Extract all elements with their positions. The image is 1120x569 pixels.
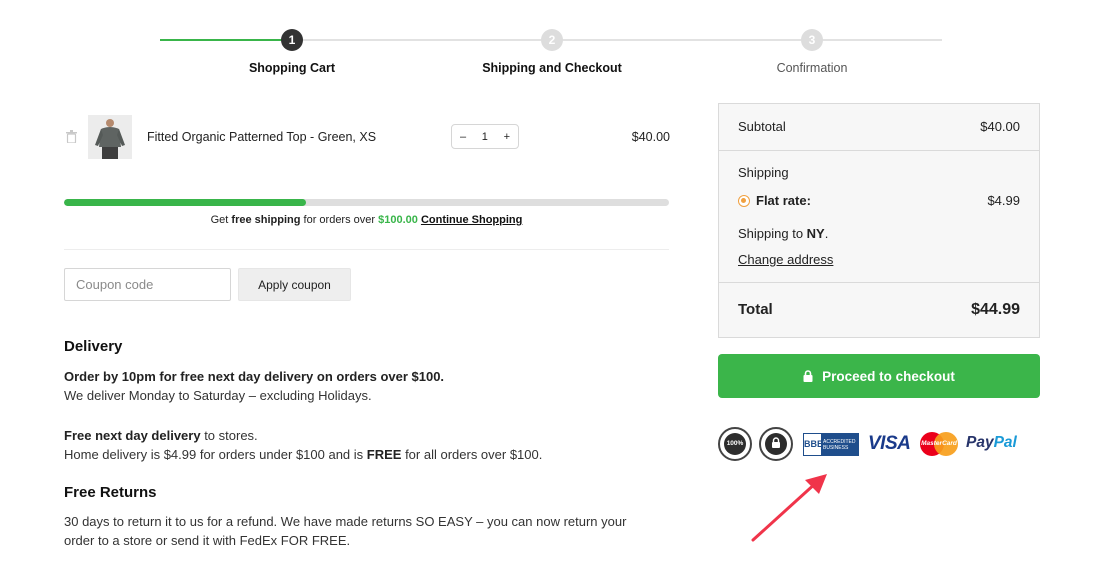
apply-coupon-button[interactable]: Apply coupon [238,268,351,301]
subtotal-label: Subtotal [738,119,786,134]
step-confirmation[interactable]: 3 Confirmation [732,29,892,75]
step-number: 2 [541,29,563,51]
change-address-link[interactable]: Change address [738,252,1020,267]
total-row: Total $44.99 [738,301,1020,319]
quantity-stepper: – 1 + [451,124,519,149]
free-shipping-progress [64,199,669,206]
bbb-accredited-badge: BBB ACCREDITED BUSINESS [803,433,859,456]
item-price: $40.00 [631,130,670,144]
msg-mid: for orders over [300,214,379,226]
paypal-p1: Pay [966,434,994,451]
delivery-line-4-bold: FREE [366,447,402,462]
shipping-destination: Shipping to NY. [738,226,1020,241]
step-number: 1 [281,29,303,51]
product-thumbnail[interactable] [88,115,132,159]
free-shipping-message: Get free shipping for orders over $100.0… [64,214,669,226]
delivery-line-3-rest: to stores. [200,427,258,443]
padlock-icon [765,433,787,455]
delivery-line-2: We deliver Monday to Saturday – excludin… [64,388,372,403]
delivery-line-4-pre: Home delivery is $4.99 for orders under … [64,447,367,462]
flat-rate-radio[interactable] [738,195,750,207]
trash-icon[interactable] [66,130,77,143]
step-shipping-checkout[interactable]: 2 Shipping and Checkout [472,29,632,75]
delivery-line-1: Order by 10pm for free next day delivery… [64,368,445,384]
returns-section: Free Returns 30 days to return it to us … [64,483,664,551]
mastercard-logo: MasterCard [920,432,958,456]
shipping-to-state: NY [806,226,825,241]
product-image [88,115,132,159]
shipping-to-pre: Shipping to [738,226,807,241]
continue-shopping-link[interactable]: Continue Shopping [421,214,522,226]
seal-text: 100% [724,433,746,455]
checkout-steps: 1 Shopping Cart 2 Shipping and Checkout … [160,26,942,86]
returns-line-2: order to a store or send it with FedEx F… [64,533,351,548]
bbb-line-2: BUSINESS [823,445,849,451]
lock-icon [803,370,813,382]
trust-badges: 100% BBB ACCREDITED BUSINESS VISA Master… [718,425,1040,465]
totals-divider [719,282,1039,283]
mastercard-label: MasterCard [921,440,957,447]
quantity-value[interactable]: 1 [482,131,488,143]
shipping-to-post: . [824,226,829,241]
quantity-increase-button[interactable]: + [504,131,510,143]
flat-rate-label: Flat rate: [756,193,811,208]
step-label: Shipping and Checkout [482,61,622,75]
flat-rate-row: Flat rate: $4.99 [738,193,1020,208]
totals-divider [719,150,1039,151]
step-label: Confirmation [776,61,848,75]
total-value: $44.99 [971,301,1020,318]
step-number: 3 [801,29,823,51]
returns-line-1: 30 days to return it to us for a refund.… [64,513,627,529]
satisfaction-guaranteed-seal: 100% [718,427,752,461]
step-shopping-cart[interactable]: 1 Shopping Cart [212,29,372,75]
checkout-label: Proceed to checkout [822,368,955,384]
step-label: Shopping Cart [248,61,336,75]
shipping-label: Shipping [738,165,789,180]
cart-totals: Subtotal $40.00 Shipping Flat rate: $4.9… [718,103,1040,338]
free-shipping-threshold: $100.00 [378,214,418,226]
bbb-logo: BBB [804,434,824,455]
product-name[interactable]: Fitted Organic Patterned Top - Green, XS [147,130,376,144]
delivery-section: Delivery Order by 10pm for free next day… [64,337,664,465]
msg-pre: Get [210,214,232,226]
flat-rate-value: $4.99 [987,193,1020,208]
cart-item-row: Fitted Organic Patterned Top - Green, XS… [64,113,670,161]
total-label: Total [738,301,773,318]
delivery-heading: Delivery [64,338,123,355]
msg-bold: free shipping [231,214,301,226]
returns-heading: Free Returns [64,484,157,501]
subtotal-value: $40.00 [980,119,1020,134]
visa-logo: VISA [868,433,911,454]
subtotal-row: Subtotal $40.00 [738,119,1020,134]
bbb-label: ACCREDITED BUSINESS [821,434,858,455]
proceed-to-checkout-button[interactable]: Proceed to checkout [718,354,1040,398]
coupon-code-input[interactable] [64,268,231,301]
delivery-line-3-bold: Free next day delivery [64,427,201,443]
quantity-decrease-button[interactable]: – [460,131,466,143]
divider [64,249,669,250]
annotation-arrow-icon [751,474,827,542]
secure-checkout-seal [759,427,793,461]
progress-fill [64,199,306,206]
paypal-p2: Pal [993,434,1017,451]
paypal-logo: PayPal [966,434,1017,452]
delivery-line-4-post: for all orders over $100. [401,447,543,462]
